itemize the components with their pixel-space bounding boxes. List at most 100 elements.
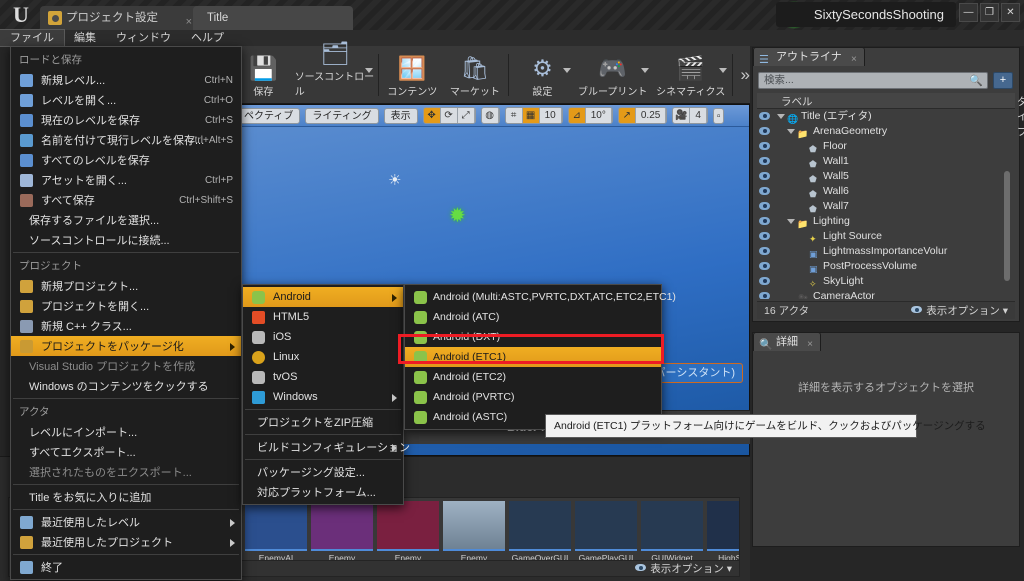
outliner-tab[interactable]: ☰ アウトライナ × (753, 47, 865, 66)
outliner-row[interactable]: ⬟Wall5StaticMeshActo (757, 169, 1015, 184)
menu-item-import-into-level[interactable]: レベルにインポート... (11, 422, 241, 442)
android-submenu[interactable]: Android (Multi:ASTC,PVRTC,DXT,ATC,ETC2,E… (404, 284, 676, 430)
menu-item-supported-platforms[interactable]: 対応プラットフォーム... (243, 482, 403, 502)
rotation-snap-icon[interactable]: ⊿ (568, 108, 586, 123)
menu-item-save-current-level[interactable]: 現在のレベルを保存 Ctrl+S (11, 110, 241, 130)
menu-item-build-configuration[interactable]: ビルドコンフィギュレーション (243, 437, 410, 457)
menu-item-ios[interactable]: iOS (243, 327, 403, 347)
menu-item-android-atc[interactable]: Android (ATC) (405, 307, 661, 327)
visibility-eye-icon[interactable] (759, 127, 770, 135)
view-options-button[interactable]: 表示オプション ▾ (911, 303, 1008, 318)
menu-item-open-project[interactable]: プロジェクトを開く... (11, 296, 241, 316)
grid-size-value[interactable]: 10 (539, 108, 562, 123)
outliner-row[interactable]: 🎥CameraActorCameraActor (757, 289, 1015, 299)
menu-item-android[interactable]: Android (243, 287, 403, 307)
rotation-snap-group[interactable]: ⊿ 10° (567, 107, 613, 124)
toolbar-source-control[interactable]: 🗂 ソースコントロール (295, 40, 376, 102)
add-actor-button[interactable]: + (993, 72, 1013, 89)
visibility-eye-icon[interactable] (759, 142, 770, 150)
menu-item-add-to-favorites[interactable]: Title をお気に入りに追加 (11, 487, 241, 507)
package-project-submenu[interactable]: Android HTML5 iOS Linux tvOS Windows プロジ… (242, 284, 410, 505)
visibility-eye-icon[interactable] (759, 232, 770, 240)
world-space-group[interactable]: ◍ (480, 107, 500, 124)
chevron-down-icon[interactable] (365, 67, 374, 73)
outliner-row[interactable]: ▣PostProcessVolumePostProcessVo (757, 259, 1015, 274)
menu-item-open-level[interactable]: レベルを開く... Ctrl+O (11, 90, 241, 110)
viewport-lighting-chip[interactable]: ライティング (305, 107, 379, 124)
menu-item-cook-content-windows[interactable]: Windows のコンテンツをクックする (11, 376, 241, 396)
visibility-eye-icon[interactable] (759, 277, 770, 285)
menu-item-connect-source-control[interactable]: ソースコントロールに接続... (11, 230, 241, 250)
menu-item-android-dxt[interactable]: Android (DXT) (405, 327, 661, 347)
menu-item-windows[interactable]: Windows (243, 387, 403, 407)
camera-speed-value[interactable]: 4 (690, 108, 707, 123)
toolbar-settings[interactable]: ⚙ 設定 (511, 48, 574, 102)
scale-mode-icon[interactable]: ⤢ (457, 108, 475, 123)
visibility-eye-icon[interactable] (759, 247, 770, 255)
viewport-show-chip[interactable]: 表示 (383, 107, 418, 124)
chevron-down-icon[interactable] (562, 67, 571, 73)
column-label[interactable]: ラベル (781, 94, 813, 109)
menu-item-recent-levels[interactable]: 最近使用したレベル (11, 512, 241, 532)
toolbar-blueprints[interactable]: 🎮 ブループリント (574, 48, 652, 102)
outliner-row[interactable]: ✦Light SourceDirectionalLight (757, 229, 1015, 244)
chevron-down-icon[interactable] (640, 67, 649, 73)
menu-item-open-asset[interactable]: アセットを開く... Ctrl+P (11, 170, 241, 190)
menu-item-linux[interactable]: Linux (243, 347, 403, 367)
outliner-row[interactable]: ⬟Wall1StaticMeshActo (757, 154, 1015, 169)
visibility-eye-icon[interactable] (759, 112, 770, 120)
menu-item-recent-projects[interactable]: 最近使用したプロジェクト (11, 532, 241, 552)
outliner-tab-close-icon[interactable]: × (851, 50, 857, 69)
view-options-button[interactable]: 表示オプション ▾ (635, 561, 732, 576)
menu-window[interactable]: ウィンドウ (106, 30, 181, 46)
expander-icon[interactable] (787, 129, 795, 134)
scale-snap-icon[interactable]: ↗ (618, 108, 636, 123)
scale-snap-value[interactable]: 0.25 (635, 108, 667, 123)
toolbar-overflow-icon[interactable]: » (734, 65, 749, 85)
menu-file[interactable]: ファイル (0, 29, 65, 47)
transform-mode-group[interactable]: ✥ ⟳ ⤢ (422, 107, 476, 124)
expander-icon[interactable] (787, 219, 795, 224)
grid-snap-group[interactable]: ⌗ ▦ 10 (504, 107, 563, 124)
visibility-eye-icon[interactable] (759, 187, 770, 195)
tab-project-settings[interactable]: プロジェクト設定 × (40, 6, 200, 30)
player-start-icon[interactable]: ✹ (449, 205, 469, 227)
outliner-row[interactable]: ✧SkyLightSkyLight (757, 274, 1015, 289)
menu-item-new-cpp-class[interactable]: 新規 C++ クラス... (11, 316, 241, 336)
menu-edit[interactable]: 編集 (64, 30, 106, 46)
visibility-eye-icon[interactable] (759, 157, 770, 165)
surface-snap-icon[interactable]: ⌗ (505, 108, 523, 123)
toolbar-cinematics[interactable]: 🎬 シネマティクス (652, 48, 730, 102)
visibility-eye-icon[interactable] (759, 217, 770, 225)
menu-item-android-multi[interactable]: Android (Multi:ASTC,PVRTC,DXT,ATC,ETC2,E… (405, 287, 676, 307)
menu-item-zip-project[interactable]: プロジェクトをZIP圧縮 (243, 412, 403, 432)
chevron-down-icon[interactable] (718, 67, 727, 73)
search-icon[interactable]: 🔍 (969, 74, 983, 89)
menu-item-choose-files-to-save[interactable]: 保存するファイルを選択... (11, 210, 241, 230)
details-tab[interactable]: 🔍 詳細 × (753, 332, 821, 351)
file-menu[interactable]: ロードと保存 新規レベル... Ctrl+N レベルを開く... Ctrl+O 現在… (10, 46, 242, 580)
camera-speed-group[interactable]: 🎥 4 (672, 107, 708, 124)
scale-snap-group[interactable]: ↗ 0.25 (617, 107, 668, 124)
menu-item-new-project[interactable]: 新規プロジェクト... (11, 276, 241, 296)
menu-help[interactable]: ヘルプ (181, 30, 234, 46)
toolbar-marketplace[interactable]: 🛍 マーケット (444, 48, 507, 102)
menu-item-android-etc1[interactable]: Android (ETC1) (405, 347, 661, 367)
details-tab-close-icon[interactable]: × (807, 335, 813, 354)
camera-speed-icon[interactable]: 🎥 (673, 108, 691, 123)
rotation-snap-value[interactable]: 10° (585, 108, 612, 123)
menu-item-exit[interactable]: 終了 (11, 557, 241, 577)
world-space-icon[interactable]: ◍ (481, 108, 499, 123)
maximize-viewport-icon[interactable]: ▫ (712, 107, 725, 124)
visibility-eye-icon[interactable] (759, 292, 770, 299)
viewport-perspective-chip[interactable]: ペクティブ (237, 107, 301, 124)
menu-item-new-level[interactable]: 新規レベル... Ctrl+N (11, 70, 241, 90)
outliner-scrollbar[interactable] (1004, 171, 1010, 281)
outliner-row[interactable]: ⬟FloorStaticMeshActo (757, 139, 1015, 154)
menu-item-save-level-as[interactable]: 名前を付けて現行レベルを保存... Ctrl+Alt+S (11, 130, 241, 150)
toolbar-content[interactable]: 🪟 コンテンツ (381, 48, 444, 102)
minimize-button[interactable]: — (959, 3, 978, 22)
menu-item-android-pvrtc[interactable]: Android (PVRTC) (405, 387, 661, 407)
rotate-mode-icon[interactable]: ⟳ (440, 108, 458, 123)
outliner-row[interactable]: ⬟Wall7StaticMeshActo (757, 199, 1015, 214)
